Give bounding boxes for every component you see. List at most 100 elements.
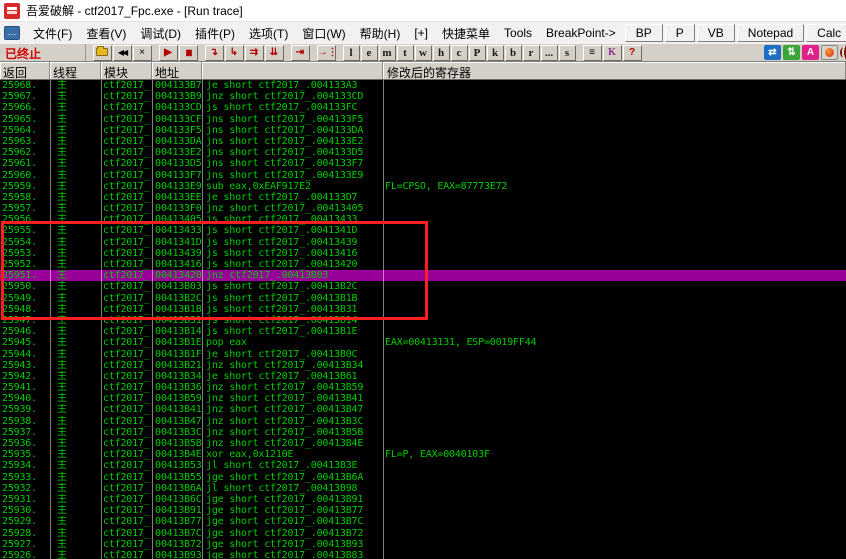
letter-a-icon[interactable]: A: [802, 45, 819, 60]
record-button[interactable]: [821, 45, 838, 60]
quick-launch-button[interactable]: Calc: [806, 24, 846, 42]
table-row[interactable]: 25926.主ctf2017_00413B93jge short ctf2017…: [0, 550, 846, 559]
table-row[interactable]: 25945.主ctf2017_00413B1Epop eaxEAX=004131…: [0, 337, 846, 348]
header-registers[interactable]: 修改后的寄存器: [383, 62, 846, 79]
updown-icon[interactable]: ⇅: [783, 45, 800, 60]
menu-item[interactable]: 调试(D): [133, 23, 188, 44]
menu-item[interactable]: 帮助(H): [353, 23, 408, 44]
table-row[interactable]: 25963.主ctf2017_004133DAjns short ctf2017…: [0, 136, 846, 147]
table-row[interactable]: 25946.主ctf2017_00413B14js short ctf2017_…: [0, 326, 846, 337]
menu-item[interactable]: 插件(P): [188, 23, 242, 44]
table-row[interactable]: 25961.主ctf2017_004133D5jns short ctf2017…: [0, 158, 846, 169]
options-list-button[interactable]: ≡: [583, 45, 602, 61]
table-row[interactable]: 25934.主ctf2017_00413B53jl short ctf2017_…: [0, 460, 846, 471]
table-row[interactable]: 25952.主ctf2017_00413416js short ctf2017_…: [0, 259, 846, 270]
target-icon[interactable]: [840, 45, 846, 60]
instruction: jns short ctf2017_.004133E9: [202, 170, 383, 181]
close-process-button[interactable]: ×: [133, 45, 152, 61]
panel-letter-button[interactable]: k: [487, 45, 504, 61]
menu-item[interactable]: BreakPoint->: [539, 24, 623, 42]
table-row[interactable]: 25942.主ctf2017_00413B34je short ctf2017_…: [0, 371, 846, 382]
table-row[interactable]: 25965.主ctf2017_004133CFjns short ctf2017…: [0, 114, 846, 125]
trace-over-button[interactable]: ⇊: [265, 45, 284, 61]
table-row[interactable]: 25957.主ctf2017_004133F0jnz short ctf2017…: [0, 203, 846, 214]
table-row[interactable]: 25928.主ctf2017_00413B7Cjge short ctf2017…: [0, 528, 846, 539]
panel-letter-button[interactable]: r: [523, 45, 540, 61]
goto-button[interactable]: →⋮: [317, 45, 336, 61]
header-thread[interactable]: 线程: [50, 62, 101, 79]
menu-item[interactable]: 窗口(W): [295, 23, 352, 44]
help-button[interactable]: ?: [623, 45, 642, 61]
menu-item[interactable]: 文件(F): [26, 23, 79, 44]
panel-letter-button[interactable]: e: [361, 45, 378, 61]
quick-launch-button[interactable]: P: [665, 24, 695, 42]
mdi-system-menu-icon[interactable]: …: [4, 26, 20, 40]
table-row[interactable]: 25937.主ctf2017_00413B3Cjnz short ctf2017…: [0, 427, 846, 438]
panel-letter-button[interactable]: w: [415, 45, 432, 61]
panel-letter-button[interactable]: ...: [541, 45, 558, 61]
table-row[interactable]: 25962.主ctf2017_004133E2jns short ctf2017…: [0, 147, 846, 158]
table-row[interactable]: 25966.主ctf2017_004133CDjs short ctf2017_…: [0, 102, 846, 113]
step-into-button[interactable]: ↴: [205, 45, 224, 61]
table-row[interactable]: 25931.主ctf2017_00413B6Cjge short ctf2017…: [0, 494, 846, 505]
table-row[interactable]: 25960.主ctf2017_004133F7jns short ctf2017…: [0, 170, 846, 181]
table-row[interactable]: 25938.主ctf2017_00413B47jnz short ctf2017…: [0, 416, 846, 427]
table-row[interactable]: 25949.主ctf2017_00413B2Cjs short ctf2017_…: [0, 293, 846, 304]
table-row[interactable]: 25959.主ctf2017_004133E9sub eax,0xEAF917E…: [0, 181, 846, 192]
table-row[interactable]: 25944.主ctf2017_00413B1Fje short ctf2017_…: [0, 349, 846, 360]
table-row[interactable]: 25941.主ctf2017_00413B36jnz short ctf2017…: [0, 382, 846, 393]
header-module[interactable]: 模块: [101, 62, 152, 79]
panel-letter-button[interactable]: h: [433, 45, 450, 61]
table-row[interactable]: 25929.主ctf2017_00413B77jge short ctf2017…: [0, 516, 846, 527]
table-row[interactable]: 25935.主ctf2017_00413B4Exor eax,0x1210EFL…: [0, 449, 846, 460]
panel-letter-button[interactable]: c: [451, 45, 468, 61]
table-row[interactable]: 25955.主ctf2017_00413433js short ctf2017_…: [0, 225, 846, 236]
table-row[interactable]: 25958.主ctf2017_004133EEje short ctf2017_…: [0, 192, 846, 203]
table-row[interactable]: 25956.主ctf2017_00413405js short ctf2017_…: [0, 214, 846, 225]
quick-launch-button[interactable]: BP: [625, 24, 663, 42]
table-row[interactable]: 25927.主ctf2017_00413B72jge short ctf2017…: [0, 539, 846, 550]
menu-item[interactable]: Tools: [497, 24, 539, 42]
table-row[interactable]: 25940.主ctf2017_00413B59jnz short ctf2017…: [0, 393, 846, 404]
panel-letter-button[interactable]: b: [505, 45, 522, 61]
swap-icon[interactable]: ⇄: [764, 45, 781, 60]
panel-letter-button[interactable]: l: [343, 45, 360, 61]
table-row[interactable]: 25968.主ctf2017_004133B7je short ctf2017_…: [0, 80, 846, 91]
table-row[interactable]: 25939.主ctf2017_00413B41jnz short ctf2017…: [0, 404, 846, 415]
table-row[interactable]: 25947.主ctf2017_00413B31js short ctf2017_…: [0, 315, 846, 326]
menu-items: 文件(F)查看(V)调试(D)插件(P)选项(T)窗口(W)帮助(H)[+]快捷…: [26, 23, 623, 44]
header-address[interactable]: 地址: [152, 62, 202, 79]
menu-item[interactable]: 快捷菜单: [435, 23, 497, 44]
table-row[interactable]: 25954.主ctf2017_0041341Djs short ctf2017_…: [0, 237, 846, 248]
rewind-button[interactable]: ◀◀: [113, 45, 132, 61]
open-file-button[interactable]: [93, 45, 112, 61]
execute-till-return-button[interactable]: ⇥: [291, 45, 310, 61]
table-row[interactable]: 25951.主ctf2017_00413420jnz ctf2017_.0041…: [0, 270, 846, 281]
panel-letter-button[interactable]: t: [397, 45, 414, 61]
menu-item[interactable]: 选项(T): [242, 23, 295, 44]
trace-into-button[interactable]: ⇉: [245, 45, 264, 61]
header-return[interactable]: 返回: [0, 62, 50, 79]
table-row[interactable]: 25930.主ctf2017_00413B91jge short ctf2017…: [0, 505, 846, 516]
run-button[interactable]: ▶: [159, 45, 178, 61]
panel-letter-button[interactable]: m: [379, 45, 396, 61]
panel-letter-button[interactable]: s: [559, 45, 576, 61]
panel-letter-button[interactable]: P: [469, 45, 486, 61]
table-row[interactable]: 25932.主ctf2017_00413B6Ajl short ctf2017_…: [0, 483, 846, 494]
quick-launch-button[interactable]: Notepad: [737, 24, 804, 42]
plugin-window-button[interactable]: K: [603, 45, 622, 61]
table-row[interactable]: 25948.主ctf2017_00413B1Bjs short ctf2017_…: [0, 304, 846, 315]
table-row[interactable]: 25936.主ctf2017_00413B5Bjnz short ctf2017…: [0, 438, 846, 449]
step-over-button[interactable]: ↳: [225, 45, 244, 61]
header-instruction[interactable]: [202, 62, 383, 79]
pause-button[interactable]: ▮▮: [179, 45, 198, 61]
menu-item[interactable]: 查看(V): [79, 23, 133, 44]
table-row[interactable]: 25953.主ctf2017_00413439js short ctf2017_…: [0, 248, 846, 259]
table-row[interactable]: 25964.主ctf2017_004133F5jns short ctf2017…: [0, 125, 846, 136]
quick-launch-button[interactable]: VB: [697, 24, 735, 42]
menu-item[interactable]: [+]: [407, 24, 435, 42]
table-row[interactable]: 25943.主ctf2017_00413B21jnz short ctf2017…: [0, 360, 846, 371]
table-row[interactable]: 25933.主ctf2017_00413B55jge short ctf2017…: [0, 472, 846, 483]
table-row[interactable]: 25967.主ctf2017_004133B9jnz short ctf2017…: [0, 91, 846, 102]
table-row[interactable]: 25950.主ctf2017_00413B03js short ctf2017_…: [0, 281, 846, 292]
